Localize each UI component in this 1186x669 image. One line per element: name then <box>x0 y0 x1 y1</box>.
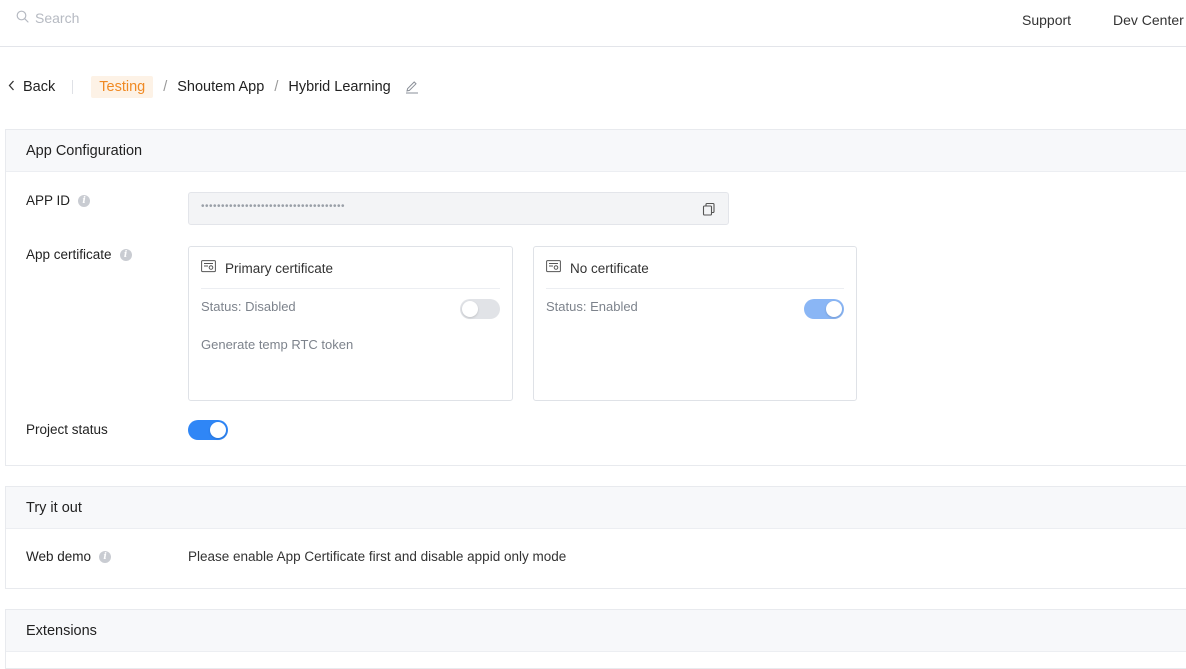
breadcrumb: Back Testing / Shoutem App / Hybrid Lear… <box>8 75 419 99</box>
breadcrumb-separator: / <box>163 79 168 95</box>
breadcrumb-item-current: Hybrid Learning <box>288 79 391 95</box>
project-status-label: Project status <box>26 422 108 437</box>
app-id-value: •••••••••••••••••••••••••••••••••••• <box>201 201 346 212</box>
web-demo-label-text: Web demo <box>26 549 92 564</box>
back-button[interactable]: Back <box>8 79 55 95</box>
no-certificate-card: No certificate Status: Enabled <box>533 246 857 401</box>
app-certificate-label-text: App certificate <box>26 247 112 262</box>
toggle-knob <box>210 422 226 438</box>
breadcrumb-item-project[interactable]: Shoutem App <box>177 79 264 95</box>
top-bar: Support Dev Center <box>0 0 1186 47</box>
search-box[interactable] <box>16 10 235 26</box>
section-title: App Configuration <box>6 130 1186 172</box>
support-link[interactable]: Support <box>1022 12 1071 28</box>
chevron-left-icon <box>8 79 23 95</box>
card-title: Primary certificate <box>201 260 333 276</box>
generate-token-link[interactable]: Generate temp RTC token <box>201 337 353 352</box>
app-id-field: •••••••••••••••••••••••••••••••••••• <box>188 192 729 225</box>
card-title-text: Primary certificate <box>225 260 334 276</box>
back-label: Back <box>23 79 56 95</box>
divider <box>201 288 500 289</box>
card-title: No certificate <box>546 260 649 276</box>
copy-icon[interactable] <box>702 202 716 216</box>
app-configuration-section: App Configuration APP ID i •••••••••••••… <box>5 129 1186 466</box>
section-title: Try it out <box>6 487 1186 529</box>
pencil-icon[interactable] <box>405 80 419 94</box>
info-icon[interactable]: i <box>99 550 112 563</box>
app-id-label-text: APP ID <box>26 193 71 208</box>
divider <box>546 288 844 289</box>
dev-center-link[interactable]: Dev Center <box>1113 12 1184 28</box>
search-input[interactable] <box>35 10 235 26</box>
app-id-label: APP ID i <box>26 193 91 208</box>
divider <box>72 80 74 94</box>
certificate-icon <box>201 260 225 276</box>
web-demo-label: Web demo i <box>26 549 112 564</box>
breadcrumb-tag-testing[interactable]: Testing <box>91 76 154 98</box>
info-icon[interactable]: i <box>119 248 132 261</box>
search-icon <box>16 10 35 26</box>
project-status-label-text: Project status <box>26 422 108 437</box>
breadcrumb-separator: / <box>274 79 279 95</box>
extensions-section: Extensions <box>5 609 1186 669</box>
app-certificate-label: App certificate i <box>26 247 132 262</box>
certificate-icon <box>546 260 570 276</box>
certificate-status: Status: Disabled <box>201 299 296 314</box>
toggle-knob <box>826 301 842 317</box>
toggle-knob <box>462 301 478 317</box>
info-icon[interactable]: i <box>78 194 91 207</box>
section-title: Extensions <box>6 610 1186 652</box>
certificate-status: Status: Enabled <box>546 299 638 314</box>
certificate-toggle[interactable] <box>460 299 500 319</box>
card-title-text: No certificate <box>570 260 649 276</box>
primary-certificate-card: Primary certificate Status: Disabled Gen… <box>188 246 513 401</box>
try-it-out-section: Try it out Web demo i Please enable App … <box>5 486 1186 589</box>
project-status-toggle[interactable] <box>188 420 228 440</box>
certificate-toggle[interactable] <box>804 299 844 319</box>
web-demo-message: Please enable App Certificate first and … <box>188 549 567 564</box>
